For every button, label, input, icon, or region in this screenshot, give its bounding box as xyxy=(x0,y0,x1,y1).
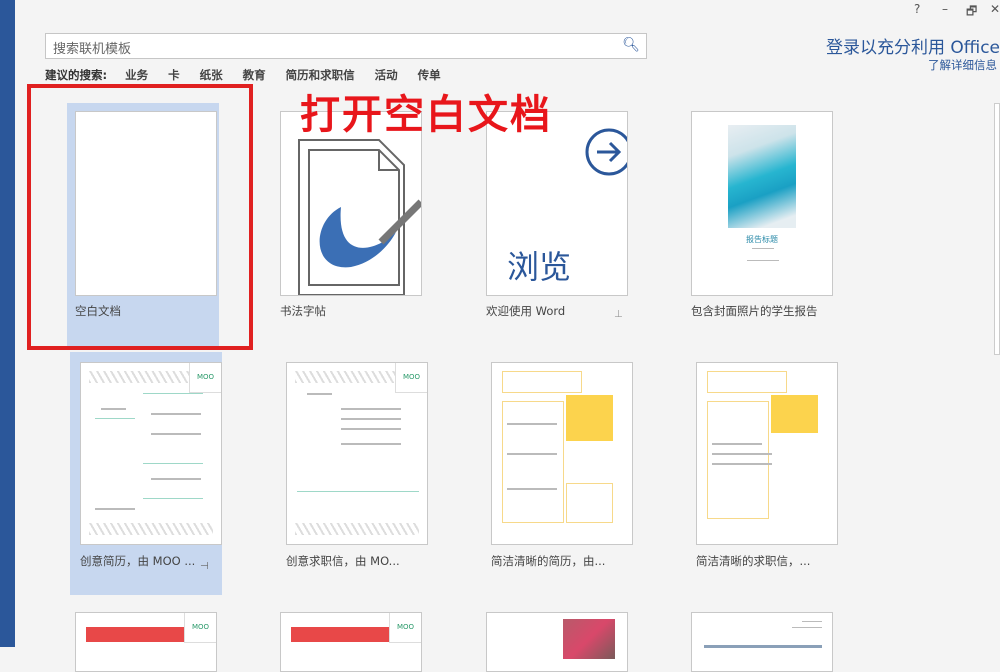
creative-resume-thumbnail[interactable]: MOO xyxy=(80,362,222,545)
student-report-thumbnail[interactable]: 报告标题 xyxy=(691,111,833,296)
suggested-flyer[interactable]: 传单 xyxy=(418,67,441,83)
template-thumbnail[interactable] xyxy=(691,612,833,672)
suggested-label: 建议的搜索: xyxy=(45,67,107,83)
clean-cover-letter-thumbnail[interactable] xyxy=(696,362,838,545)
moo-logo: MOO xyxy=(395,363,427,393)
suggested-education[interactable]: 教育 xyxy=(243,67,266,83)
learn-more-link[interactable]: 了解详细信息 xyxy=(928,57,997,73)
template-label: 书法字帖 xyxy=(280,303,326,319)
search-input[interactable]: 搜索联机模板 🔍︎ xyxy=(45,33,647,59)
template-label: 创意求职信，由 MO... xyxy=(286,553,400,569)
browse-text: 浏览 xyxy=(507,242,571,288)
pin-icon[interactable]: ⊥ xyxy=(614,309,623,320)
template-thumbnail[interactable]: MOO xyxy=(280,612,422,672)
restore-button[interactable]: 🗗 xyxy=(966,2,977,23)
moo-logo: MOO xyxy=(189,363,221,393)
clean-resume-thumbnail[interactable] xyxy=(491,362,633,545)
suggested-searches: 建议的搜索: 业务 卡 纸张 教育 简历和求职信 活动 传单 xyxy=(45,67,461,83)
app-sidebar-strip xyxy=(0,0,15,647)
help-button[interactable]: ? xyxy=(914,2,920,16)
suggested-paper[interactable]: 纸张 xyxy=(200,67,223,83)
flower-photo xyxy=(563,619,615,659)
moo-logo: MOO xyxy=(184,613,216,643)
signin-link[interactable]: 登录以充分利用 Office xyxy=(826,33,1000,58)
pin-icon[interactable]: ⊣ xyxy=(200,561,209,572)
report-title: 报告标题 xyxy=(692,234,832,245)
minimize-button[interactable]: – xyxy=(942,2,948,16)
moo-logo: MOO xyxy=(389,613,421,643)
search-icon[interactable]: 🔍︎ xyxy=(622,37,640,53)
template-label: 包含封面照片的学生报告 xyxy=(691,303,818,319)
annotation-text: 打开空白文档 xyxy=(300,82,552,140)
suggested-event[interactable]: 活动 xyxy=(375,67,398,83)
suggested-card[interactable]: 卡 xyxy=(168,67,180,83)
scrollbar[interactable] xyxy=(994,103,1000,355)
suggested-resume[interactable]: 简历和求职信 xyxy=(286,67,355,83)
template-label: 简洁清晰的简历，由... xyxy=(491,553,605,569)
suggested-business[interactable]: 业务 xyxy=(125,67,148,83)
creative-cover-letter-thumbnail[interactable]: MOO xyxy=(286,362,428,545)
template-label: 欢迎使用 Word xyxy=(486,303,565,319)
close-button[interactable]: ✕ xyxy=(990,2,1000,16)
template-label: 创意简历，由 MOO ... xyxy=(80,553,195,569)
search-placeholder: 搜索联机模板 xyxy=(53,38,131,57)
cover-photo xyxy=(728,125,796,228)
annotation-box xyxy=(27,84,253,350)
template-thumbnail[interactable]: MOO xyxy=(75,612,217,672)
template-thumbnail[interactable] xyxy=(486,612,628,672)
template-label: 简洁清晰的求职信，... xyxy=(696,553,810,569)
